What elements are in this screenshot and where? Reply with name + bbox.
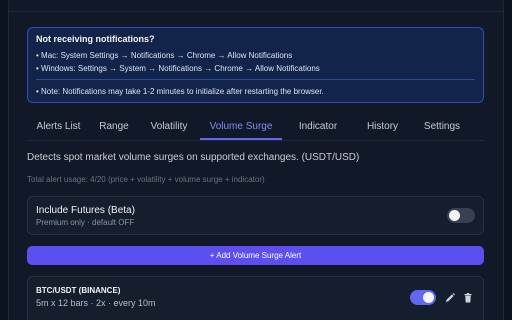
tab-history[interactable]: History <box>354 118 411 140</box>
futures-subtitle: Premium only · default OFF <box>36 218 135 227</box>
tab-volume-surge[interactable]: Volume Surge <box>200 118 282 140</box>
volume-surge-description: Detects spot market volume surges on sup… <box>27 152 360 163</box>
futures-toggle[interactable] <box>447 208 475 223</box>
notice-mac-instructions: • Mac: System Settings → Notifications →… <box>36 51 293 60</box>
alert-enable-toggle[interactable] <box>410 290 436 305</box>
tab-settings[interactable]: Settings <box>411 118 473 140</box>
tab-volatility[interactable]: Volatility <box>138 118 200 140</box>
notice-windows-instructions: • Windows: Settings → System → Notificat… <box>36 64 320 73</box>
trash-icon[interactable] <box>462 291 474 303</box>
futures-title: Include Futures (Beta) <box>36 205 135 216</box>
alert-card: BTC/USDT (BINANCE) 5m x 12 bars · 2x · e… <box>27 276 484 320</box>
notice-divider <box>36 79 475 80</box>
tab-bar: Alerts List Range Volatility Volume Surg… <box>27 118 484 141</box>
include-futures-row: Include Futures (Beta) Premium only · de… <box>27 196 484 235</box>
notice-note: • Note: Notifications may take 1-2 minut… <box>36 87 324 96</box>
header-divider <box>8 11 504 12</box>
toggle-knob <box>449 210 460 221</box>
tab-range[interactable]: Range <box>90 118 138 140</box>
tab-alerts-list[interactable]: Alerts List <box>27 118 90 140</box>
tab-indicator[interactable]: Indicator <box>282 118 354 140</box>
alert-usage-text: Total alert usage: 4/20 (price + volatil… <box>27 175 265 184</box>
alert-parameters: 5m x 12 bars · 2x · every 10m <box>36 298 156 308</box>
add-volume-surge-alert-button[interactable]: + Add Volume Surge Alert <box>27 246 484 265</box>
notice-title: Not receiving notifications? <box>36 34 155 44</box>
toggle-knob <box>423 292 434 303</box>
notification-help-box: Not receiving notifications? • Mac: Syst… <box>27 27 484 103</box>
alert-symbol: BTC/USDT (BINANCE) <box>36 286 121 295</box>
pencil-icon[interactable] <box>444 291 456 303</box>
